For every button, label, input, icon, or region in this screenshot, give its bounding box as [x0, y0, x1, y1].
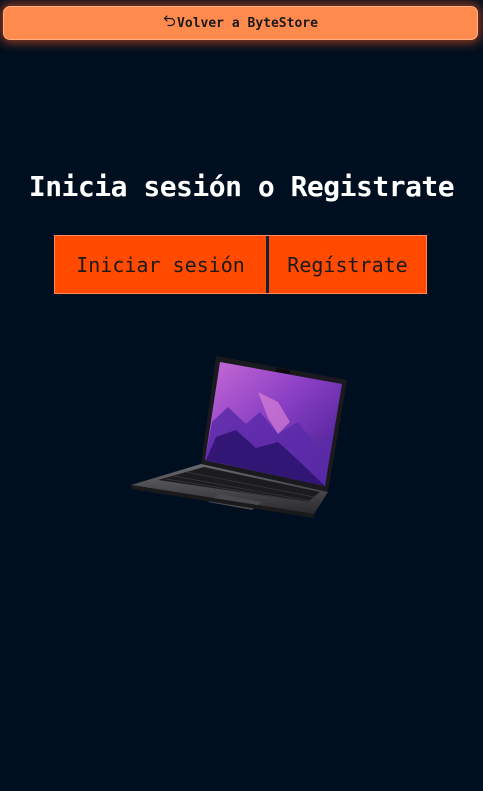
auth-toggle: Iniciar sesión Regístrate: [54, 235, 427, 294]
laptop-image: [131, 356, 347, 518]
undo-arrow-icon: [163, 14, 176, 27]
back-to-store-label: Volver a ByteStore: [177, 15, 318, 31]
register-tab[interactable]: Regístrate: [269, 236, 426, 293]
back-to-store-button[interactable]: Volver a ByteStore: [3, 6, 478, 40]
login-tab[interactable]: Iniciar sesión: [55, 236, 266, 293]
page-title: Inicia sesión o Registrate: [28, 170, 455, 203]
